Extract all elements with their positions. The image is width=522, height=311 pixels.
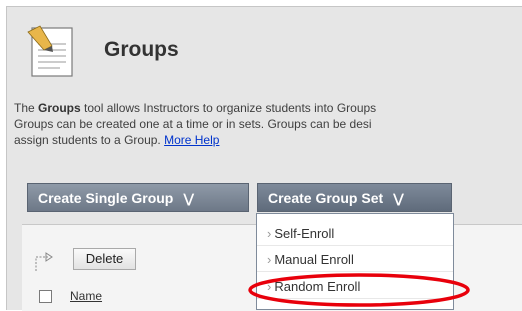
description-text: The [14,101,39,115]
select-arrow-icon [35,252,53,271]
description-line-3: assign students to a Group. More Help [14,132,522,148]
menu-item-random-enroll[interactable]: › Random Enroll [257,275,453,299]
create-group-set-menu: › Self-Enroll › Manual Enroll › Random Enro… [256,213,454,310]
menu-item-self-enroll[interactable]: › Self-Enroll [257,222,453,246]
name-column-header[interactable]: Name [70,289,102,303]
caret-right-icon: › [267,252,272,267]
menu-item-manual-enroll[interactable]: › Manual Enroll [257,248,453,272]
description-line-1: The Groups tool allows Instructors to or… [14,100,522,116]
description-text: assign students to a Group. [14,133,165,147]
caret-right-icon: › [267,279,272,294]
page-title: Groups [104,38,179,61]
menu-item-label: Random Enroll [274,279,361,294]
create-single-group-button[interactable]: Create Single Group ⋁ [27,183,249,212]
double-chevron-down-icon: ⋁ [393,191,404,206]
delete-button[interactable]: Delete [73,248,136,270]
caret-right-icon: › [267,226,272,241]
notepad-icon [27,25,73,77]
create-group-set-button[interactable]: Create Group Set ⋁ [257,183,452,212]
create-single-group-label: Create Single Group [38,190,174,206]
menu-item-label: Self-Enroll [274,226,335,241]
menu-item-label: Manual Enroll [274,252,354,267]
double-chevron-down-icon: ⋁ [183,191,195,206]
description-bold-term: Groups [38,101,81,115]
more-help-link[interactable]: More Help [164,133,219,147]
description-text: tool allows Instructors to organize stud… [80,101,377,115]
description-line-2: Groups can be created one at a time or i… [14,117,372,131]
select-all-checkbox[interactable] [39,290,52,303]
create-group-set-label: Create Group Set [268,190,384,206]
page-description: The Groups tool allows Instructors to or… [14,100,522,148]
